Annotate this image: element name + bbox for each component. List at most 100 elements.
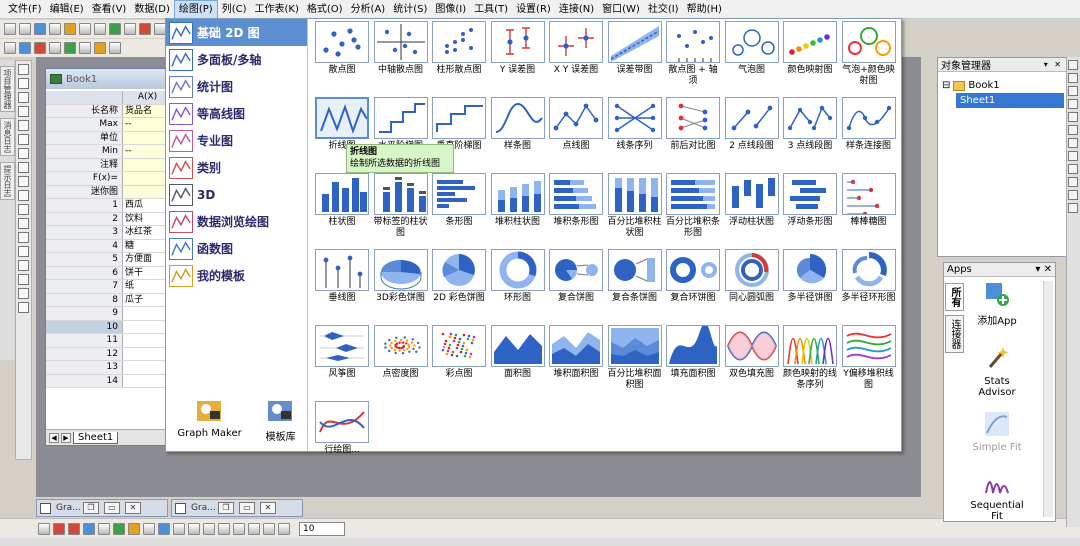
- crosshair-icon[interactable]: [18, 120, 29, 131]
- font-size-select[interactable]: 10: [299, 521, 345, 536]
- menu-item[interactable]: 社交(I): [644, 1, 683, 18]
- scale-tool-icon[interactable]: [18, 92, 29, 103]
- grid-row[interactable]: 长名称 货品名: [46, 104, 170, 118]
- align-right-icon[interactable]: [248, 522, 260, 535]
- new-workbook-icon[interactable]: [19, 23, 31, 35]
- plot-type-pct-hbar[interactable]: 百分比堆积条形图: [665, 173, 721, 243]
- menu-item[interactable]: 窗口(W): [598, 1, 644, 18]
- region-tool-icon[interactable]: [18, 232, 29, 243]
- grid-cell[interactable]: [123, 374, 170, 387]
- plot-type-stack-bar[interactable]: 堆积柱状图: [490, 173, 546, 243]
- plot-type-two-point[interactable]: 2 点线段图: [724, 97, 780, 167]
- rescale-icon[interactable]: [1068, 112, 1078, 122]
- plot-type-multi-radius[interactable]: 多半径饼图: [782, 249, 838, 319]
- restore-button[interactable]: ❐: [83, 502, 99, 514]
- data-reader-icon[interactable]: [18, 106, 29, 117]
- extract-layer-icon[interactable]: [1068, 177, 1078, 187]
- area-icon[interactable]: [113, 522, 125, 535]
- align-left-icon[interactable]: [218, 522, 230, 535]
- plot-category-contour[interactable]: 等高线图: [166, 100, 307, 127]
- plot-type-color-lines[interactable]: 颜色映射的线条序列: [782, 325, 838, 395]
- grid-row[interactable]: 迷你图: [46, 185, 170, 199]
- plot-type-multi-radius-donut[interactable]: 多半径环形图: [841, 249, 897, 319]
- grid-row[interactable]: 6 饼干: [46, 266, 170, 280]
- panel-controls-icon[interactable]: ▾ ✕: [1044, 60, 1063, 69]
- plot-type-donut-of-pie[interactable]: 复合环饼图: [665, 249, 721, 319]
- worksheet-grid[interactable]: A(X) 长名称 货品名 Max -- 单位 Min -- 注释 F(x)= 迷你图 1 西瓜 2 饮料 3 冰…: [46, 91, 170, 388]
- grid-cell[interactable]: 方便面: [123, 253, 170, 266]
- plot-type-pct-bar[interactable]: 百分比堆积柱状图: [607, 173, 663, 243]
- rect-tool-icon[interactable]: [18, 204, 29, 215]
- layer-tool-icon[interactable]: [1068, 60, 1078, 70]
- grid-row[interactable]: 注释: [46, 158, 170, 172]
- prev-sheet-icon[interactable]: ◀: [49, 432, 59, 443]
- filter-icon[interactable]: [109, 42, 121, 54]
- row-header[interactable]: 注释: [46, 158, 123, 171]
- menu-item[interactable]: 编辑(E): [46, 1, 88, 18]
- close-button[interactable]: ✕: [125, 502, 141, 514]
- plot-category-3d-cube[interactable]: 3D: [166, 181, 307, 208]
- row-header[interactable]: Min: [46, 145, 123, 158]
- set-x-icon[interactable]: [19, 42, 31, 54]
- plot-type-spline-connect[interactable]: 样条连接图: [841, 97, 897, 167]
- collapse-icon[interactable]: ⊟: [942, 80, 950, 91]
- line-symbol-icon[interactable]: [68, 522, 80, 535]
- plot-type-spline[interactable]: 样条图: [490, 97, 546, 167]
- grid-cell[interactable]: [123, 361, 170, 374]
- stats-icon[interactable]: [64, 42, 76, 54]
- plot-type-pie3d[interactable]: 3D彩色饼图: [373, 249, 429, 319]
- restore-button[interactable]: ❐: [218, 502, 234, 514]
- add-app-item[interactable]: 添加App: [966, 281, 1028, 327]
- panel-controls-icon[interactable]: ▾ ✕: [1035, 264, 1052, 275]
- plot-category-line-chart[interactable]: 基础 2D 图: [166, 19, 307, 46]
- grid-cell[interactable]: --: [123, 118, 170, 131]
- tree-node-book[interactable]: ⊟ Book1: [942, 78, 1066, 93]
- plot-type-three-point[interactable]: 3 点线段图: [782, 97, 838, 167]
- plot-type-hbar[interactable]: 条形图: [431, 173, 487, 243]
- project-explorer-tab[interactable]: 项目管理器: [0, 66, 15, 112]
- simple-fit-item[interactable]: Simple Fit: [966, 411, 1028, 453]
- draw-data-icon[interactable]: [18, 260, 29, 271]
- plot-category-function[interactable]: 函数图: [166, 235, 307, 262]
- plot-type-density-dots[interactable]: 点密度图: [373, 325, 429, 395]
- row-header[interactable]: 单位: [46, 131, 123, 144]
- grid-row[interactable]: 3 冰红茶: [46, 226, 170, 240]
- plot-type-float-hbar[interactable]: 浮动条形图: [782, 173, 838, 243]
- plot-category-polar[interactable]: 专业图: [166, 127, 307, 154]
- row-header[interactable]: 2: [46, 212, 123, 225]
- color-scale-icon[interactable]: [1068, 151, 1078, 161]
- grid-row[interactable]: 14: [46, 374, 170, 388]
- menu-item[interactable]: 文件(F): [4, 1, 46, 18]
- grid-cell[interactable]: 冰红茶: [123, 226, 170, 239]
- grid-row[interactable]: 9: [46, 307, 170, 321]
- plot-type-fill-area[interactable]: 填充面积图: [665, 325, 721, 395]
- row-header[interactable]: 14: [46, 374, 123, 387]
- add-text-icon[interactable]: [1068, 125, 1078, 135]
- menu-item[interactable]: 分析(A): [347, 1, 390, 18]
- grid-cell[interactable]: [123, 158, 170, 171]
- grid-row[interactable]: 单位: [46, 131, 170, 145]
- zoom-tool-icon[interactable]: [18, 78, 29, 89]
- swap-axis-icon[interactable]: [1068, 203, 1078, 213]
- menu-item[interactable]: 查看(V): [88, 1, 131, 18]
- add-column-icon[interactable]: [4, 42, 16, 54]
- results-log-tab[interactable]: 消息日志: [0, 118, 15, 156]
- menu-item[interactable]: 工具(T): [470, 1, 512, 18]
- undo-icon[interactable]: [139, 23, 151, 35]
- close-button[interactable]: ✕: [260, 502, 276, 514]
- minimized-graph-window[interactable]: Gra... ❐ ▭ ✕: [171, 499, 303, 517]
- grid-row[interactable]: 4糖: [46, 239, 170, 253]
- plot-category-multi-panel[interactable]: 多面板/多轴: [166, 46, 307, 73]
- maximize-button[interactable]: ▭: [239, 502, 255, 514]
- insert-graph-icon[interactable]: [18, 274, 29, 285]
- plot-type-bar-of-pie[interactable]: 复合条饼图: [607, 249, 663, 319]
- menu-item[interactable]: 工作表(K): [251, 1, 303, 18]
- workbook-window[interactable]: Book1 A(X) 长名称 货品名 Max -- 单位 Min -- 注释 F(x)= 迷你图 1 西…: [45, 68, 170, 446]
- merge-graph-icon[interactable]: [1068, 164, 1078, 174]
- plot-type-bubble[interactable]: 气泡图: [724, 21, 780, 91]
- new-project-icon[interactable]: [4, 23, 16, 35]
- row-header[interactable]: 7: [46, 280, 123, 293]
- plot-type-stack-hbar[interactable]: 堆积条形图: [548, 173, 604, 243]
- image-tool-icon[interactable]: [18, 302, 29, 313]
- minimized-graph-window[interactable]: Gra... ❐ ▭ ✕: [36, 499, 168, 517]
